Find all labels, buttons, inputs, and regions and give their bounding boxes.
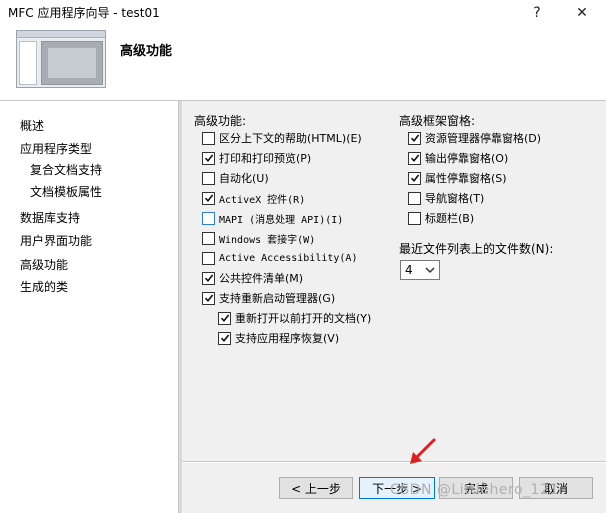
checkbox-checked-icon[interactable] — [202, 291, 215, 305]
checkbox-checked-icon[interactable] — [202, 151, 215, 165]
mru-count-label: 最近文件列表上的文件数(N): — [399, 242, 554, 256]
checkbox-checked-icon[interactable] — [408, 171, 421, 185]
mru-count-value: 4 — [405, 263, 413, 277]
wizard-header: 高级功能 — [0, 26, 606, 100]
checkbox-label: 公共控件清单(M) — [219, 272, 304, 285]
activex-checkbox[interactable]: ActiveX 控件(R) — [202, 190, 305, 206]
checkbox-checked-icon[interactable] — [218, 331, 231, 345]
mru-count-select[interactable]: 4 — [400, 260, 440, 280]
windows-sockets-checkbox[interactable]: Windows 套接字(W) — [202, 230, 315, 246]
options-panel: 高级功能: 高级框架窗格: 最近文件列表上的文件数(N): 4 < 上一步 下一… — [182, 101, 606, 513]
checkbox-unchecked-icon[interactable] — [202, 251, 215, 265]
annotation-arrow-icon — [410, 438, 436, 464]
checkbox-label: 重新打开以前打开的文档(Y) — [235, 312, 372, 325]
checkbox-unchecked-icon[interactable] — [202, 231, 215, 245]
frame-panes-label: 高级框架窗格: — [399, 114, 476, 128]
nav-item-generated-classes[interactable]: 生成的类 — [20, 278, 68, 295]
banner-main-shape — [41, 41, 103, 85]
app-recovery-checkbox[interactable]: 支持应用程序恢复(V) — [218, 330, 339, 346]
output-pane-checkbox[interactable]: 输出停靠窗格(O) — [408, 150, 508, 166]
advanced-features-label: 高级功能: — [194, 114, 247, 128]
checkbox-unchecked-icon[interactable] — [202, 211, 215, 225]
checkbox-checked-icon[interactable] — [408, 151, 421, 165]
nav-item-application-type[interactable]: 应用程序类型 — [20, 140, 92, 157]
checkbox-label: 支持重新启动管理器(G) — [219, 292, 336, 305]
wizard-nav: 概述 应用程序类型 复合文档支持 文档模板属性 数据库支持 用户界面功能 高级功… — [0, 101, 178, 513]
nav-item-compound-document[interactable]: 复合文档支持 — [30, 161, 102, 178]
checkbox-label: 标题栏(B) — [425, 212, 475, 225]
context-help-checkbox[interactable]: 区分上下文的帮助(HTML)(E) — [202, 130, 362, 146]
properties-pane-checkbox[interactable]: 属性停靠窗格(S) — [408, 170, 507, 186]
checkbox-checked-icon[interactable] — [202, 271, 215, 285]
checkbox-label: Active Accessibility(A) — [219, 252, 358, 264]
print-preview-checkbox[interactable]: 打印和打印预览(P) — [202, 150, 311, 166]
nav-item-document-template[interactable]: 文档模板属性 — [30, 183, 102, 200]
checkbox-label: ActiveX 控件(R) — [219, 194, 306, 206]
close-button[interactable]: ✕ — [560, 0, 604, 26]
footer-divider-highlight — [182, 462, 606, 463]
checkbox-checked-icon[interactable] — [218, 311, 231, 325]
checkbox-label: 支持应用程序恢复(V) — [235, 332, 340, 345]
nav-item-database[interactable]: 数据库支持 — [20, 209, 80, 226]
page-title: 高级功能 — [120, 44, 173, 59]
checkbox-label: 资源管理器停靠窗格(D) — [425, 132, 542, 145]
checkbox-label: 输出停靠窗格(O) — [425, 152, 509, 165]
nav-item-advanced-features[interactable]: 高级功能 — [20, 256, 68, 273]
chevron-down-icon — [425, 267, 435, 274]
checkbox-unchecked-icon[interactable] — [408, 211, 421, 225]
navigation-pane-checkbox[interactable]: 导航窗格(T) — [408, 190, 484, 206]
nav-item-overview[interactable]: 概述 — [20, 117, 44, 134]
active-accessibility-checkbox[interactable]: Active Accessibility(A) — [202, 250, 357, 266]
checkbox-label: 自动化(U) — [219, 172, 269, 185]
previous-button[interactable]: < 上一步 — [279, 477, 353, 499]
checkbox-label: 区分上下文的帮助(HTML)(E) — [219, 132, 362, 145]
banner-toolbar-shape — [17, 31, 105, 38]
restart-manager-checkbox[interactable]: 支持重新启动管理器(G) — [202, 290, 335, 306]
window-title: MFC 应用程序向导 - test01 — [8, 6, 160, 20]
watermark-text: CSDN @Littlehero_121 — [390, 482, 559, 498]
checkbox-unchecked-icon[interactable] — [202, 171, 215, 185]
checkbox-label: 打印和打印预览(P) — [219, 152, 312, 165]
checkbox-checked-icon[interactable] — [202, 191, 215, 205]
mapi-checkbox[interactable]: MAPI (消息处理 API)(I) — [202, 210, 343, 226]
explorer-pane-checkbox[interactable]: 资源管理器停靠窗格(D) — [408, 130, 541, 146]
checkbox-label: 导航窗格(T) — [425, 192, 485, 205]
title-bar: MFC 应用程序向导 - test01 ? ✕ — [0, 0, 606, 26]
wizard-banner-image — [16, 30, 106, 88]
banner-document-shape — [48, 48, 96, 78]
checkbox-unchecked-icon[interactable] — [202, 131, 215, 145]
checkbox-unchecked-icon[interactable] — [408, 191, 421, 205]
checkbox-label: MAPI (消息处理 API)(I) — [219, 214, 344, 226]
checkbox-label: Windows 套接字(W) — [219, 234, 316, 246]
banner-sidebar-shape — [19, 41, 37, 85]
nav-item-ui-features[interactable]: 用户界面功能 — [20, 232, 92, 249]
reopen-documents-checkbox[interactable]: 重新打开以前打开的文档(Y) — [218, 310, 371, 326]
automation-checkbox[interactable]: 自动化(U) — [202, 170, 269, 186]
help-button[interactable]: ? — [515, 0, 559, 26]
common-controls-checkbox[interactable]: 公共控件清单(M) — [202, 270, 303, 286]
checkbox-checked-icon[interactable] — [408, 131, 421, 145]
caption-bar-checkbox[interactable]: 标题栏(B) — [408, 210, 474, 226]
checkbox-label: 属性停靠窗格(S) — [425, 172, 507, 185]
